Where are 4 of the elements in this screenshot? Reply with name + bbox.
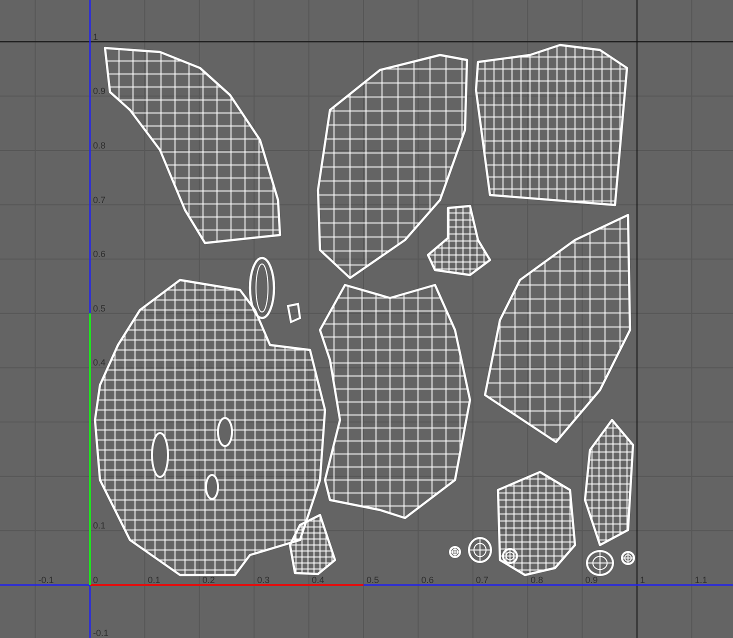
uv-island: [468, 537, 492, 563]
uv-island: [621, 551, 635, 565]
uv-island: [586, 550, 614, 576]
uv-island: [449, 546, 461, 558]
